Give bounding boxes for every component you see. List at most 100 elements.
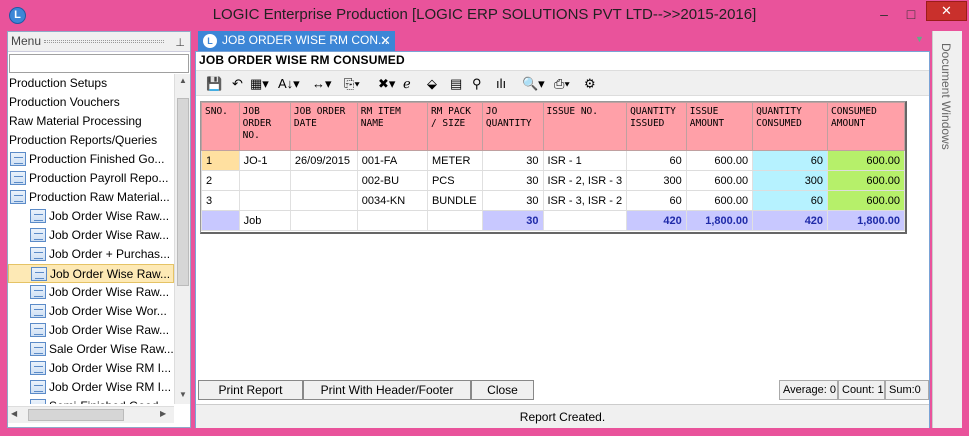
scroll-up-icon[interactable]: ▲ bbox=[175, 76, 191, 85]
table-cell[interactable]: 60 bbox=[626, 190, 687, 211]
column-header[interactable]: QUANTITY CONSUMED bbox=[752, 102, 829, 151]
preview-icon[interactable]: 🔍▾ bbox=[522, 75, 545, 93]
pdf-icon[interactable]: ⬙ bbox=[427, 75, 437, 93]
scroll-thumb[interactable] bbox=[177, 98, 189, 286]
menu-item[interactable]: Production Raw Material... bbox=[8, 188, 174, 207]
menu-item[interactable]: Job Order Wise Raw... bbox=[8, 264, 174, 283]
menu-item[interactable]: Production Payroll Repo... bbox=[8, 169, 174, 188]
scroll-down-icon[interactable]: ▼ bbox=[175, 390, 191, 399]
sort-icon[interactable]: A↓▾ bbox=[278, 75, 300, 93]
excel-icon[interactable]: ✖▾ bbox=[378, 75, 395, 93]
minimize-button[interactable]: – bbox=[875, 7, 893, 22]
table-cell[interactable]: 60 bbox=[626, 150, 687, 171]
table-cell[interactable] bbox=[289, 170, 358, 191]
menu-item[interactable]: Job Order + Purchas... bbox=[8, 245, 174, 264]
chart-icon[interactable]: ılı bbox=[496, 75, 506, 93]
menu-item[interactable]: Job Order Wise Wor... bbox=[8, 302, 174, 321]
document-windows-panel[interactable]: Document Windows bbox=[932, 31, 962, 428]
table-cell[interactable]: 300 bbox=[752, 170, 829, 191]
menu-item[interactable]: Job Order Wise Raw... bbox=[8, 283, 174, 302]
scroll-left-icon[interactable]: ◀ bbox=[11, 409, 17, 418]
table-row[interactable]: 1 JO-1 26/09/2015 001-FA METER 30 ISR - 1 60 600… bbox=[201, 150, 905, 171]
column-header[interactable]: ISSUE NO. bbox=[542, 102, 628, 151]
table-row[interactable]: 3 0034-KN BUNDLE 30 ISR - 3, ISR - 2 60 600.00… bbox=[201, 190, 905, 211]
table-cell[interactable]: 600.00 bbox=[827, 150, 905, 171]
print-report-button[interactable]: Print Report bbox=[198, 380, 303, 400]
table-cell[interactable]: 30 bbox=[481, 190, 544, 211]
table-cell[interactable]: 60 bbox=[752, 190, 829, 211]
menu-item[interactable]: Semi-Finished Good... bbox=[8, 397, 174, 404]
document-icon[interactable]: ▤ bbox=[450, 75, 462, 93]
undo-icon[interactable]: ↶ bbox=[232, 75, 243, 93]
column-header[interactable]: JO QUANTITY bbox=[481, 102, 544, 151]
tab-job-order-wise-rm-consumed[interactable]: L JOB ORDER WISE RM CON... ✕ bbox=[198, 31, 395, 51]
table-cell[interactable]: 300 bbox=[626, 170, 687, 191]
menu-item[interactable]: Sale Order Wise Raw... bbox=[8, 340, 174, 359]
print-icon[interactable]: ⎙▾ bbox=[554, 75, 570, 93]
menu-item[interactable]: Raw Material Processing bbox=[8, 112, 174, 131]
close-window-button[interactable]: ✕ bbox=[926, 1, 967, 21]
browser-icon[interactable]: ℯ bbox=[403, 75, 411, 93]
table-cell[interactable]: 30 bbox=[481, 170, 544, 191]
menu-item[interactable]: Production Setups bbox=[8, 74, 174, 93]
table-cell[interactable]: 001-FA bbox=[356, 150, 428, 171]
table-cell[interactable]: 600.00 bbox=[827, 170, 905, 191]
menu-horizontal-scrollbar[interactable]: ◀ ▶ bbox=[8, 406, 174, 423]
tab-dropdown-icon[interactable]: ▼ bbox=[915, 34, 924, 44]
copy-icon[interactable]: ⎘▾ bbox=[344, 75, 360, 93]
table-cell[interactable]: BUNDLE bbox=[426, 190, 483, 211]
table-cell[interactable] bbox=[238, 190, 291, 211]
column-header[interactable]: ISSUE AMOUNT bbox=[685, 102, 754, 151]
column-header[interactable]: CONSUMED AMOUNT bbox=[827, 102, 905, 151]
column-header[interactable]: JOB ORDER DATE bbox=[289, 102, 358, 151]
grid-icon[interactable]: ▦▾ bbox=[250, 75, 269, 93]
menu-item[interactable]: Job Order Wise Raw... bbox=[8, 226, 174, 245]
menu-item[interactable]: Job Order Wise Raw... bbox=[8, 207, 174, 226]
table-cell[interactable]: 002-BU bbox=[356, 170, 428, 191]
scroll-right-icon[interactable]: ▶ bbox=[160, 409, 166, 418]
menu-search-input[interactable] bbox=[9, 54, 189, 73]
menu-item[interactable]: Job Order Wise RM I... bbox=[8, 378, 174, 397]
column-width-icon[interactable]: ↔▾ bbox=[312, 75, 332, 93]
table-cell[interactable]: 60 bbox=[752, 150, 829, 171]
pin-icon[interactable]: ⊥ bbox=[175, 34, 185, 52]
table-cell[interactable]: PCS bbox=[426, 170, 483, 191]
table-cell[interactable]: 1 bbox=[201, 150, 240, 171]
menu-vertical-scrollbar[interactable]: ▲ ▼ bbox=[174, 74, 190, 404]
save-icon[interactable]: 💾 bbox=[206, 75, 222, 93]
table-cell[interactable]: JO-1 bbox=[238, 150, 291, 171]
menu-item[interactable]: Production Finished Go... bbox=[8, 150, 174, 169]
table-cell[interactable]: ISR - 2, ISR - 3 bbox=[542, 170, 628, 191]
table-cell[interactable]: 0034-KN bbox=[356, 190, 428, 211]
menu-item[interactable]: Job Order Wise Raw... bbox=[8, 321, 174, 340]
table-cell[interactable] bbox=[289, 190, 358, 211]
table-cell[interactable]: 600.00 bbox=[685, 170, 754, 191]
menu-item[interactable]: Job Order Wise RM I... bbox=[8, 359, 174, 378]
table-cell[interactable]: 600.00 bbox=[827, 190, 905, 211]
table-cell[interactable]: 600.00 bbox=[685, 150, 754, 171]
hscroll-thumb[interactable] bbox=[28, 409, 124, 421]
table-cell[interactable]: METER bbox=[426, 150, 483, 171]
close-button[interactable]: Close bbox=[471, 380, 534, 400]
column-header[interactable]: RM PACK / SIZE bbox=[426, 102, 483, 151]
table-cell[interactable]: 600.00 bbox=[685, 190, 754, 211]
column-header[interactable]: QUANTITY ISSUED bbox=[626, 102, 687, 151]
print-with-header-footer-button[interactable]: Print With Header/Footer bbox=[303, 380, 471, 400]
table-row[interactable]: 2 002-BU PCS 30 ISR - 2, ISR - 3 300 600.00 300… bbox=[201, 170, 905, 191]
menu-item[interactable]: Production Reports/Queries bbox=[8, 131, 174, 150]
table-cell[interactable] bbox=[238, 170, 291, 191]
drag-grip[interactable] bbox=[44, 40, 164, 43]
table-cell[interactable]: ISR - 1 bbox=[542, 150, 628, 171]
tab-close-icon[interactable]: ✕ bbox=[380, 31, 391, 50]
menu-item[interactable]: Production Vouchers bbox=[8, 93, 174, 112]
column-header[interactable]: JOB ORDER NO. bbox=[238, 102, 291, 151]
column-header[interactable]: SNO. bbox=[201, 102, 240, 151]
column-header[interactable]: RM ITEM NAME bbox=[356, 102, 428, 151]
table-cell[interactable]: ISR - 3, ISR - 2 bbox=[542, 190, 628, 211]
settings-icon[interactable]: ⚙ bbox=[584, 75, 596, 93]
table-cell[interactable]: 30 bbox=[481, 150, 544, 171]
find-icon[interactable]: ⚲ bbox=[472, 75, 482, 93]
table-cell[interactable]: 2 bbox=[201, 170, 240, 191]
maximize-button[interactable]: □ bbox=[902, 7, 920, 22]
table-cell[interactable]: 26/09/2015 bbox=[289, 150, 358, 171]
